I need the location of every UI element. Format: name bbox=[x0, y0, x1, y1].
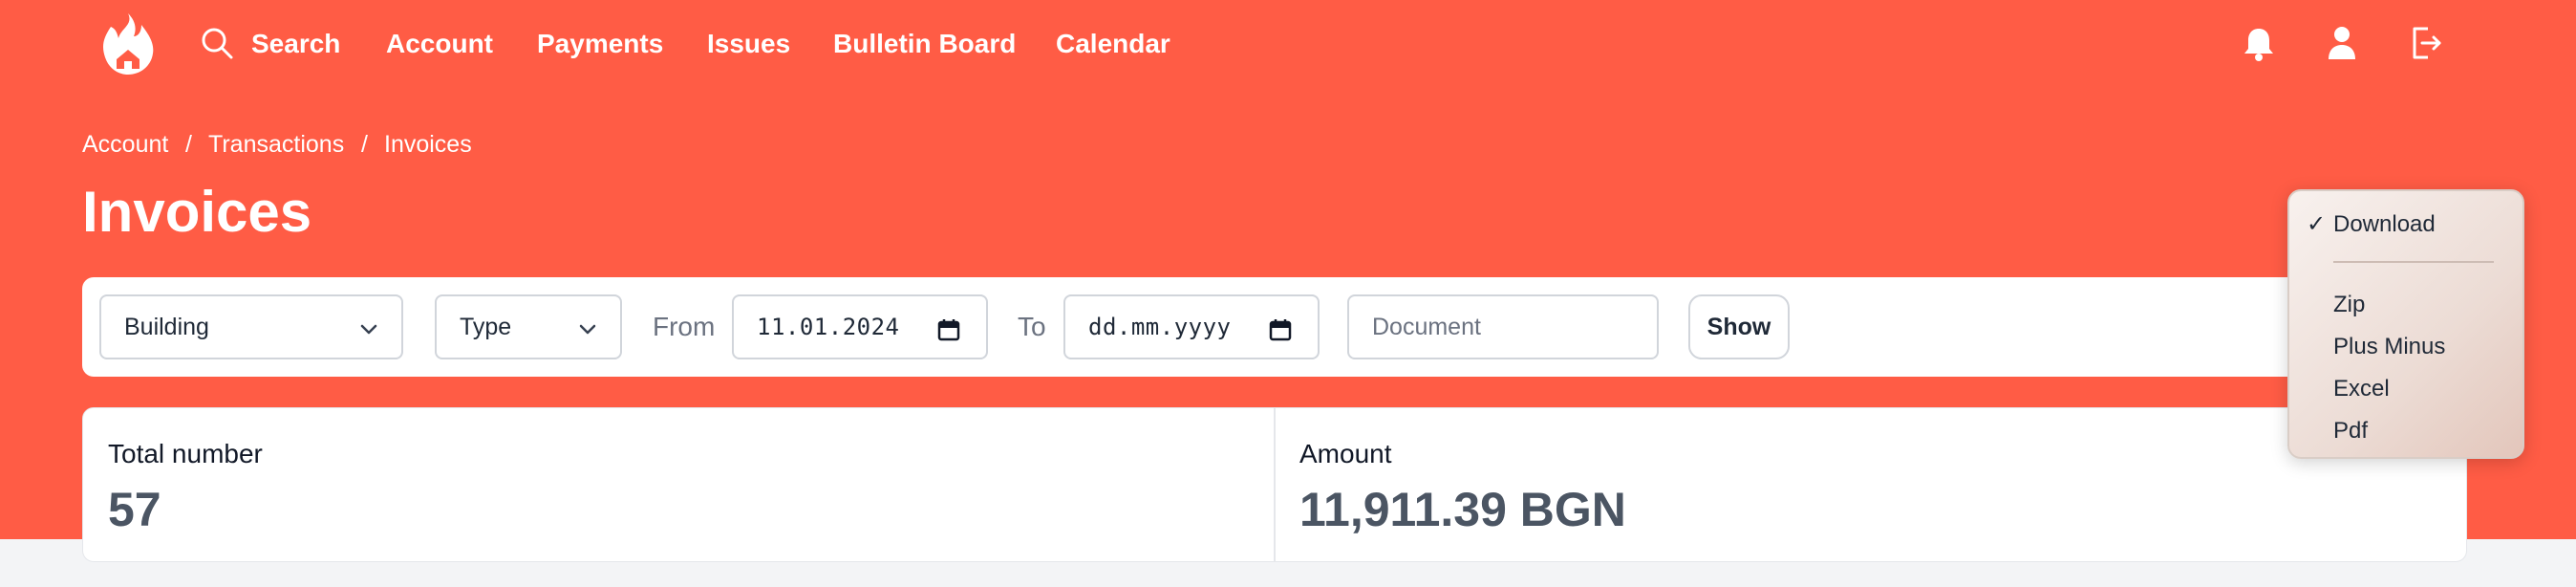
to-label: To bbox=[1018, 312, 1046, 341]
calendar-icon[interactable] bbox=[936, 317, 961, 342]
download-menu: ✓ Download Zip Plus Minus Excel Pdf bbox=[2287, 189, 2524, 459]
type-select[interactable]: Type bbox=[435, 294, 622, 359]
document-input[interactable]: Document bbox=[1347, 294, 1659, 359]
top-navigation: Search Account Payments Issues Bulletin … bbox=[0, 0, 2576, 88]
type-select-value: Type bbox=[460, 313, 512, 340]
amount-value: 11,911.39 BGN bbox=[1299, 483, 1626, 536]
menu-item-zip[interactable]: Zip bbox=[2333, 291, 2365, 319]
building-select[interactable]: Building bbox=[99, 294, 403, 359]
menu-item-download[interactable]: Download bbox=[2333, 210, 2436, 239]
search-icon[interactable] bbox=[200, 26, 234, 60]
chevron-down-icon bbox=[579, 324, 596, 335]
nav-issues[interactable]: Issues bbox=[707, 27, 790, 61]
from-date-input[interactable]: 11.01.2024 bbox=[732, 294, 988, 359]
filter-bar: Building Type From 11.01.2024 To dd.mm.y… bbox=[82, 277, 2467, 377]
page-title: Invoices bbox=[82, 180, 312, 244]
menu-item-excel[interactable]: Excel bbox=[2333, 375, 2390, 403]
amount-label: Amount bbox=[1299, 439, 1392, 468]
menu-separator bbox=[2333, 261, 2494, 263]
nav-bulletin-board[interactable]: Bulletin Board bbox=[833, 27, 1016, 61]
to-date-value: dd.mm.yyyy bbox=[1088, 314, 1232, 340]
breadcrumb-account[interactable]: Account bbox=[82, 130, 168, 159]
stats-panel: Total number 57 Amount 11,911.39 BGN bbox=[82, 407, 2467, 562]
nav-search[interactable]: Search bbox=[251, 27, 340, 61]
show-button[interactable]: Show bbox=[1688, 294, 1790, 359]
building-select-value: Building bbox=[124, 313, 209, 340]
nav-account[interactable]: Account bbox=[386, 27, 493, 61]
total-number-value: 57 bbox=[108, 483, 161, 536]
bell-icon[interactable] bbox=[2240, 23, 2278, 63]
breadcrumb-separator: / bbox=[361, 131, 368, 158]
nav-calendar[interactable]: Calendar bbox=[1056, 27, 1170, 61]
breadcrumb-separator: / bbox=[185, 131, 192, 158]
document-input-placeholder: Document bbox=[1372, 313, 1481, 340]
total-number-label: Total number bbox=[108, 439, 263, 468]
chevron-down-icon bbox=[360, 324, 377, 335]
breadcrumb-transactions[interactable]: Transactions bbox=[208, 130, 344, 159]
from-label: From bbox=[653, 312, 716, 341]
calendar-icon[interactable] bbox=[1268, 317, 1293, 342]
user-icon[interactable] bbox=[2323, 23, 2361, 63]
nav-payments[interactable]: Payments bbox=[537, 27, 663, 61]
menu-item-pdf[interactable]: Pdf bbox=[2333, 417, 2368, 446]
to-date-input[interactable]: dd.mm.yyyy bbox=[1063, 294, 1320, 359]
from-date-value: 11.01.2024 bbox=[757, 314, 900, 340]
stats-divider bbox=[1274, 408, 1276, 561]
checkmark-icon: ✓ bbox=[2307, 211, 2327, 237]
menu-item-plus-minus[interactable]: Plus Minus bbox=[2333, 333, 2445, 361]
breadcrumb-invoices: Invoices bbox=[384, 131, 472, 158]
logout-icon[interactable] bbox=[2407, 23, 2445, 63]
logo-icon[interactable] bbox=[99, 11, 157, 76]
